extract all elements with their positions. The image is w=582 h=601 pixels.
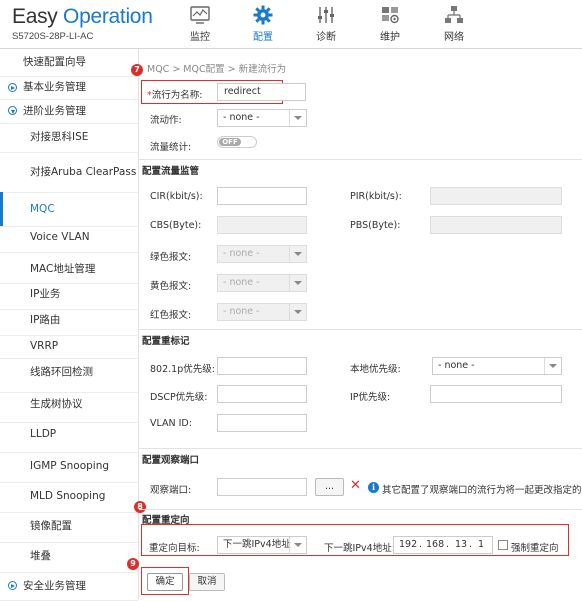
forced-redirect-checkbox[interactable]	[498, 540, 508, 550]
step-badge-9: 9	[127, 558, 139, 570]
observe-port-label: 观察端口:	[150, 485, 192, 496]
cbs-input[interactable]	[217, 216, 307, 234]
cancel-button[interactable]: 取消	[189, 573, 225, 591]
maintenance-icon	[382, 7, 399, 24]
nav-diagnose[interactable]: 诊断	[300, 4, 352, 43]
top-header: Easy Operation S5720S-28P-LI-AC 监控 配置 诊断…	[0, 0, 582, 49]
pbs-label: PBS(Byte):	[350, 220, 401, 231]
vlan-label: VLAN ID:	[150, 418, 192, 429]
section-police-title: 配置流量监管	[142, 166, 200, 177]
sidebar-item-vrrp[interactable]: VRRP	[0, 335, 138, 359]
dscp-input[interactable]	[217, 385, 307, 403]
next-hop-label: 下一跳IPv4地址:	[324, 543, 395, 554]
sidebar-item-stp[interactable]: 生成树协议	[0, 392, 138, 423]
behavior-name-input[interactable]: redirect	[217, 83, 306, 101]
breadcrumb: MQC > MQC配置 > 新建流行为	[147, 64, 287, 75]
step-badge-7: 7	[131, 64, 143, 76]
chevron-down-icon	[289, 537, 306, 553]
chevron-down-icon	[544, 358, 561, 374]
action-select[interactable]: - none -	[217, 109, 307, 127]
sidebar-item-mac[interactable]: MAC地址管理	[0, 252, 138, 284]
sidebar-item-ip-routing[interactable]: IP路由	[0, 309, 138, 336]
expand-down-icon	[8, 106, 17, 115]
pbs-input[interactable]	[430, 216, 562, 234]
redirect-target-label: 重定向目标:	[149, 543, 200, 554]
nav-config[interactable]: 配置	[237, 4, 289, 43]
chevron-down-icon	[289, 110, 306, 126]
error-x-icon: ✕	[350, 478, 361, 493]
main-content: 7 MQC > MQC配置 > 新建流行为 *流行为名称: redirect 流…	[127, 49, 582, 600]
ip-priority-input[interactable]	[430, 385, 562, 403]
monitor-icon	[190, 6, 210, 24]
sidebar-item-mirror[interactable]: 镜像配置	[0, 512, 138, 543]
sidebar-group-security[interactable]: 安全业务管理	[0, 572, 138, 601]
app-logo: Easy Operation	[12, 5, 153, 28]
expand-right-icon	[8, 581, 17, 590]
sidebar-item-igmp[interactable]: IGMP Snooping	[0, 452, 138, 483]
sidebar-group-advanced[interactable]: 进阶业务管理	[0, 99, 138, 124]
nav-network[interactable]: 网络	[428, 4, 480, 43]
ip-priority-label: IP优先级:	[350, 392, 391, 403]
sidebar-item-loopback[interactable]: 线路环回检测	[0, 358, 138, 393]
p8021-input[interactable]	[217, 357, 307, 375]
observe-hint-text: 其它配置了观察端口的流行为将一起更改指定的观察	[382, 485, 582, 496]
sidebar-item-ip-service[interactable]: IP业务	[0, 283, 138, 310]
section-remark-title: 配置重标记	[142, 336, 190, 347]
yellow-action-select[interactable]: - none -	[217, 274, 307, 292]
forced-redirect-label: 强制重定向	[511, 543, 559, 554]
sidebar-item-voice-vlan[interactable]: Voice VLAN	[0, 226, 138, 253]
sidebar-item-cisco-ise[interactable]: 对接思科ISE	[0, 123, 138, 153]
sidebar-item-mld[interactable]: MLD Snooping	[0, 482, 138, 513]
cbs-label: CBS(Byte):	[150, 220, 202, 231]
pir-input[interactable]	[430, 187, 562, 205]
network-icon	[445, 6, 463, 23]
cir-input[interactable]	[217, 187, 307, 205]
green-action-select[interactable]: - none -	[217, 245, 307, 263]
vlan-input[interactable]	[217, 414, 307, 432]
info-icon: i	[368, 482, 379, 493]
dscp-label: DSCP优先级:	[150, 392, 208, 403]
sidebar-item-quick-wizard[interactable]: 快速配置向导	[0, 49, 138, 77]
red-action-select[interactable]: - none -	[217, 303, 307, 321]
observe-port-input[interactable]	[217, 478, 307, 496]
p8021-label: 802.1p优先级:	[150, 364, 215, 375]
pir-label: PIR(kbit/s):	[350, 191, 402, 202]
stats-label: 流量统计:	[150, 142, 192, 153]
sidebar-item-lldp[interactable]: LLDP	[0, 422, 138, 453]
sidebar-item-stack[interactable]: 堆叠	[0, 542, 138, 573]
chevron-down-icon	[289, 275, 306, 291]
redirect-target-select[interactable]: 下一跳IPv4地址	[217, 536, 307, 554]
gear-icon	[253, 5, 273, 25]
local-priority-select[interactable]: - none -	[432, 357, 562, 375]
sidebar-item-mqc[interactable]: MQC	[0, 192, 138, 227]
green-label: 绿色报文:	[150, 252, 192, 263]
chevron-down-icon	[289, 246, 306, 262]
sidebar-item-aruba[interactable]: 对接Aruba ClearPass	[0, 152, 138, 193]
next-hop-ip-input[interactable]: 192 . 168 . 13 . 1	[393, 536, 493, 554]
browse-button[interactable]: ...	[315, 478, 344, 496]
sidebar: 快速配置向导 基本业务管理 进阶业务管理 对接思科ISE 对接Aruba Cle…	[0, 49, 139, 601]
local-priority-label: 本地优先级:	[350, 364, 401, 375]
sliders-icon	[318, 7, 334, 23]
chevron-down-icon	[289, 304, 306, 320]
behavior-name-label: *流行为名称:	[147, 90, 203, 101]
action-label: 流动作:	[150, 115, 182, 126]
yellow-label: 黄色报文:	[150, 281, 192, 292]
nav-monitor[interactable]: 监控	[174, 4, 226, 43]
sidebar-group-basic[interactable]: 基本业务管理	[0, 76, 138, 100]
device-model: S5720S-28P-LI-AC	[12, 31, 94, 42]
nav-maintain[interactable]: 维护	[364, 4, 416, 43]
ok-button[interactable]: 确定	[147, 573, 183, 591]
stats-toggle[interactable]: OFF	[217, 136, 257, 148]
cir-label: CIR(kbit/s):	[150, 191, 203, 202]
red-label: 红色报文:	[150, 310, 192, 321]
section-observe-title: 配置观察端口	[142, 455, 200, 466]
expand-right-icon	[8, 83, 17, 92]
